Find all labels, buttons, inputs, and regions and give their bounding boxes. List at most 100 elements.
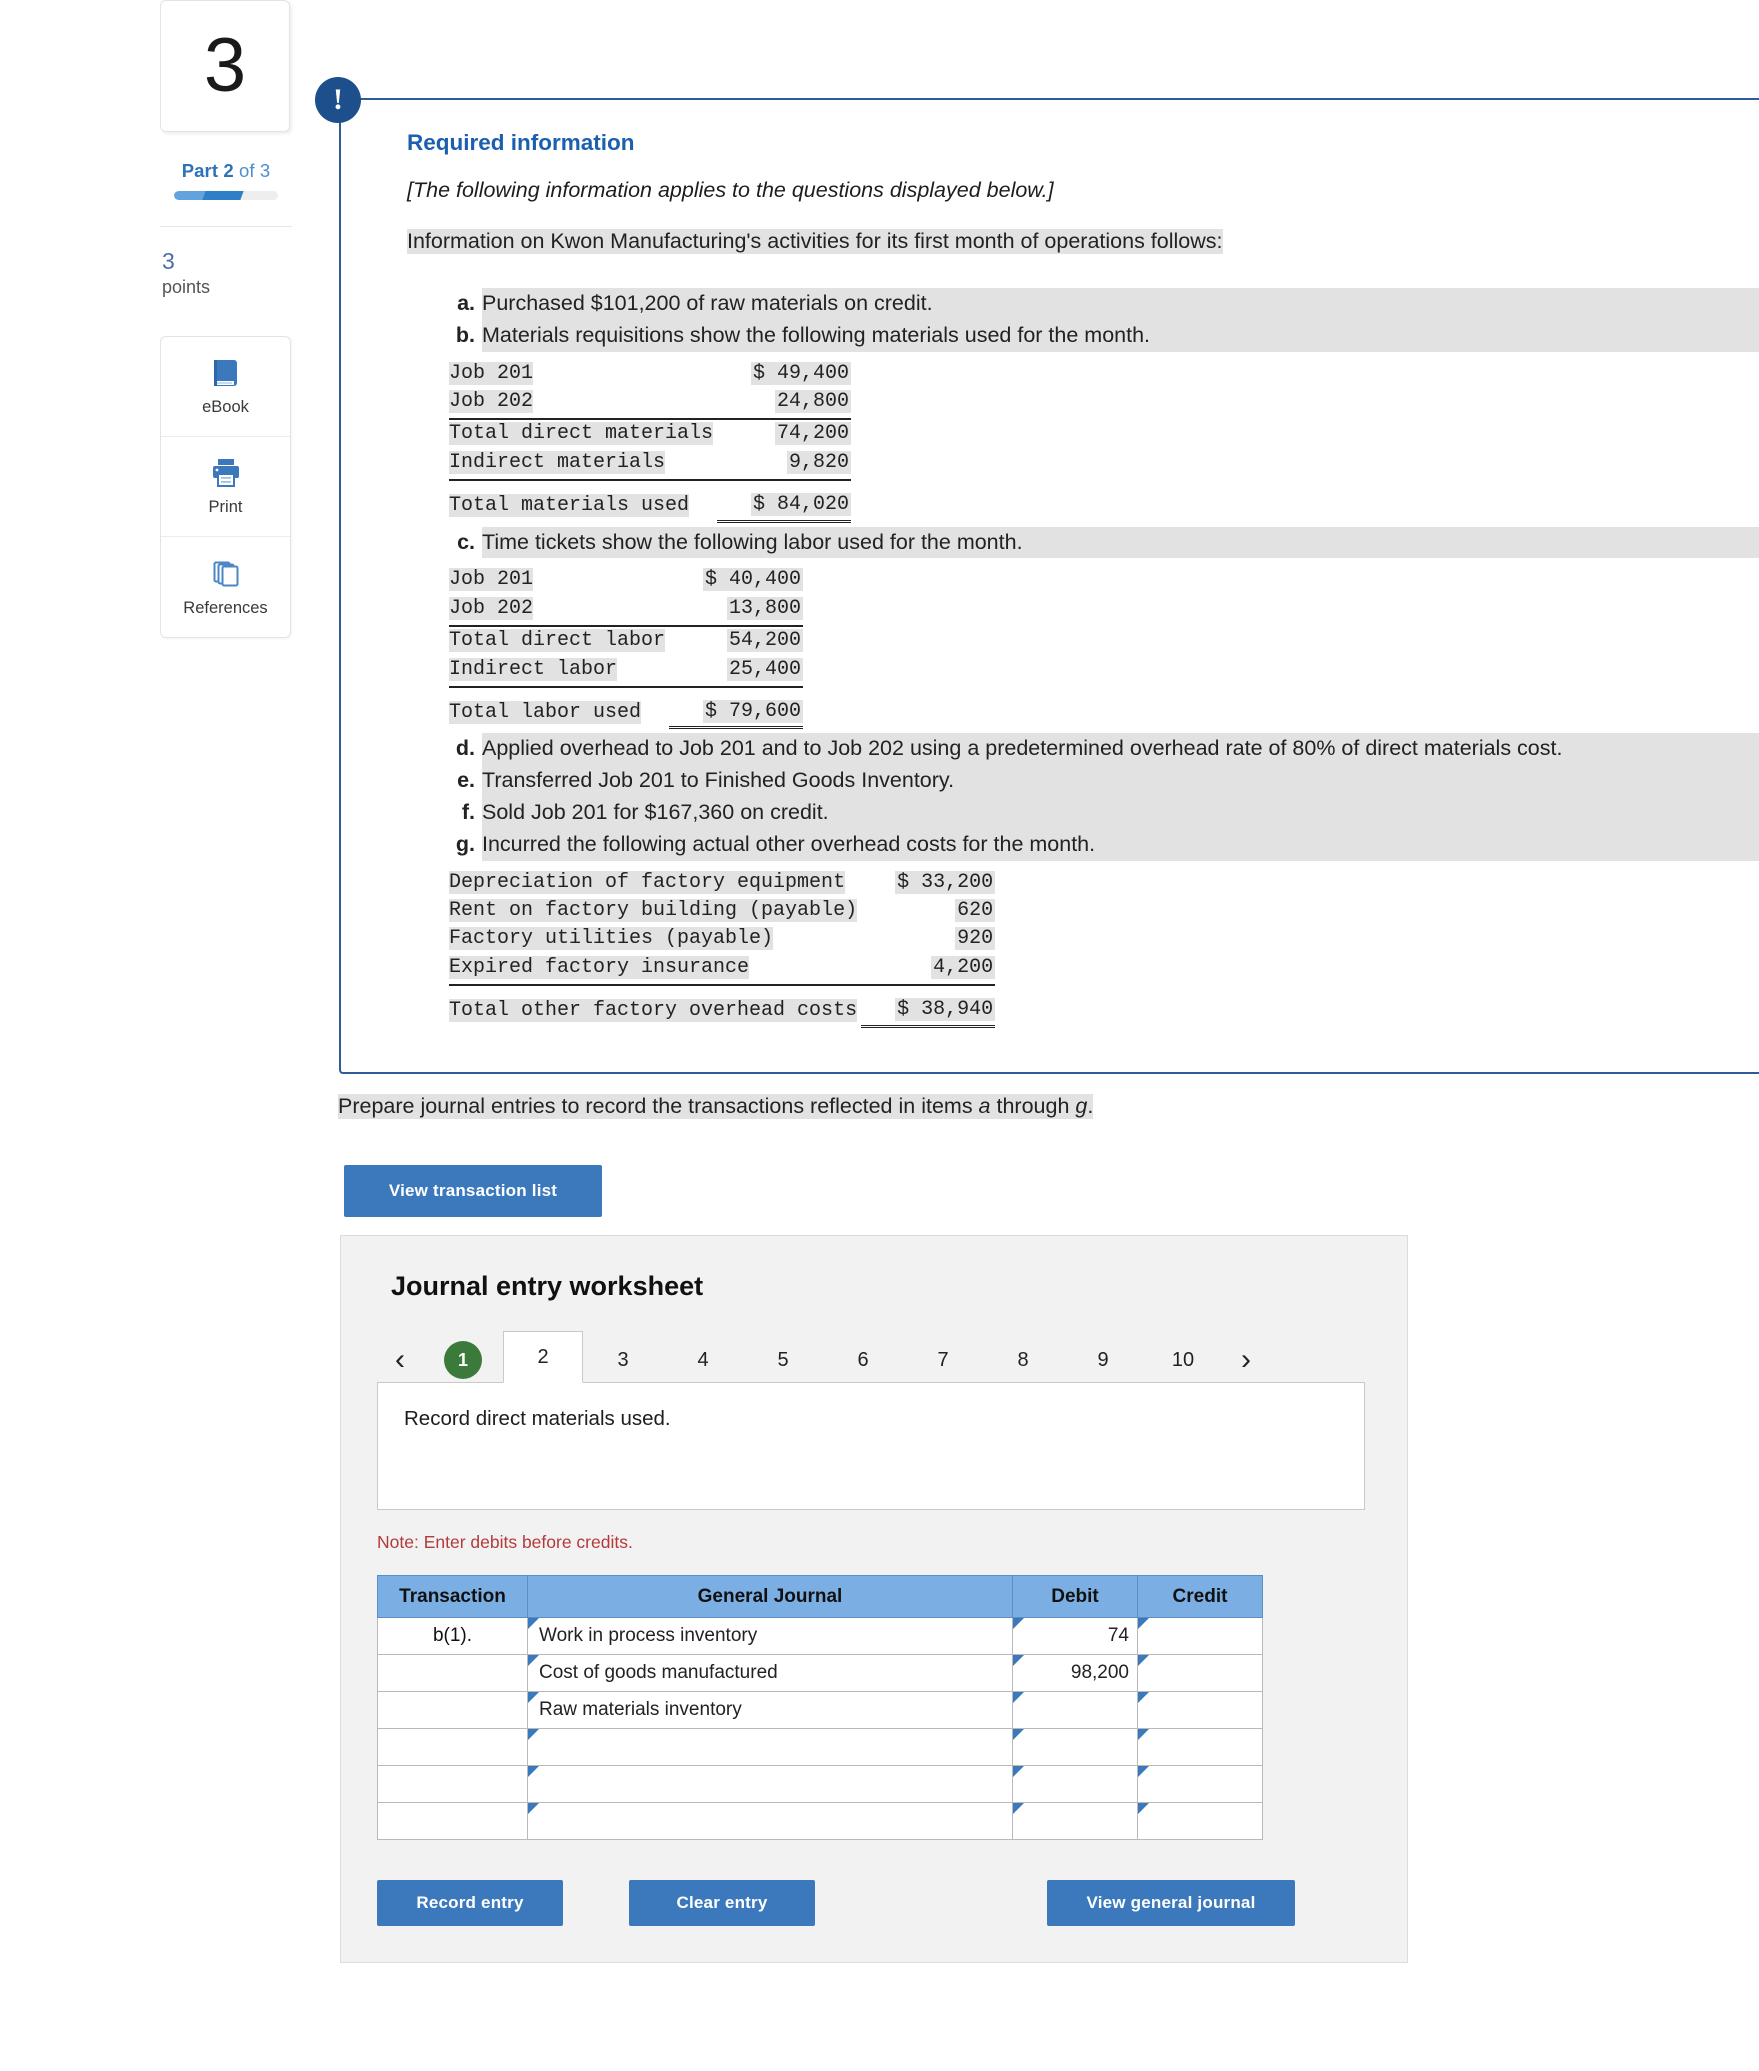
table-row: Total direct labor 54,200 (449, 626, 804, 655)
item-d-text: Applied overhead to Job 201 and to Job 2… (482, 733, 1759, 766)
prev-tab-arrow-icon[interactable]: ‹ (377, 1338, 423, 1382)
part-current: 2 (223, 160, 234, 181)
overhead-value-0: $ 33,200 (895, 870, 996, 894)
cell-transaction-4[interactable] (377, 1765, 528, 1803)
cell-debit-2[interactable] (1012, 1691, 1138, 1729)
prompt-item-g: g (1075, 1094, 1088, 1118)
cell-account-4[interactable] (527, 1765, 1013, 1803)
references-button[interactable]: References (161, 537, 290, 637)
cell-credit-4[interactable] (1137, 1765, 1263, 1803)
cell-account-3[interactable] (527, 1728, 1013, 1766)
overhead-label-0: Depreciation of factory equipment (449, 870, 846, 894)
general-journal-table: Transaction General Journal Debit Credit… (377, 1575, 1263, 1840)
overhead-label-1: Rent on factory building (payable) (449, 898, 858, 922)
item-c-text: Time tickets show the following labor us… (482, 526, 1759, 559)
table-row: Job 202 24,800 (449, 388, 852, 421)
tab-instruction-panel: Record direct materials used. (377, 1382, 1365, 1510)
tab-8[interactable]: 8 (983, 1338, 1063, 1382)
cell-credit-2[interactable] (1137, 1691, 1263, 1729)
table-row: Job 201 $ 49,400 (449, 360, 852, 388)
table-row: Raw materials inventory (377, 1691, 1263, 1729)
cell-credit-1[interactable] (1137, 1654, 1263, 1692)
dropdown-corner-icon (1013, 1618, 1024, 1629)
cell-debit-4[interactable] (1012, 1765, 1138, 1803)
cell-account-5[interactable] (527, 1802, 1013, 1840)
list-item-b: b. Materials requisitions show the follo… (445, 319, 1759, 352)
list-item-e: e. Transferred Job 201 to Finished Goods… (445, 765, 1759, 797)
tab-1[interactable]: 1 (423, 1338, 503, 1382)
dropdown-corner-icon (1013, 1655, 1024, 1666)
cell-debit-3[interactable] (1012, 1728, 1138, 1766)
dropdown-corner-icon (1138, 1618, 1149, 1629)
cell-debit-0[interactable]: 74 (1012, 1617, 1138, 1655)
required-information-subtitle: [The following information applies to th… (407, 178, 1054, 202)
tab-1-label: 1 (444, 1341, 482, 1379)
print-button[interactable]: Print (161, 437, 290, 538)
overhead-value-3: 4,200 (931, 955, 996, 979)
tab-4[interactable]: 4 (663, 1338, 743, 1382)
view-transaction-list-button[interactable]: View transaction list (344, 1165, 602, 1217)
marker-e: e. (457, 768, 475, 793)
cell-account-0[interactable]: Work in process inventory (527, 1617, 1013, 1655)
cell-transaction-2[interactable] (377, 1691, 528, 1729)
cell-transaction-0[interactable]: b(1). (377, 1617, 528, 1655)
materials-value-1: 24,800 (775, 390, 852, 414)
cell-account-2[interactable]: Raw materials inventory (527, 1691, 1013, 1729)
table-row: Expired factory insurance 4,200 (449, 953, 996, 987)
table-row: Cost of goods manufactured 98,200 (377, 1654, 1263, 1692)
cell-credit-5[interactable] (1137, 1802, 1263, 1840)
dropdown-corner-icon (528, 1692, 539, 1703)
tab-10[interactable]: 10 (1143, 1338, 1223, 1382)
ebook-icon (209, 356, 243, 390)
list-item-g: g. Incurred the following actual other o… (445, 828, 1759, 861)
tab-2[interactable]: 2 (503, 1331, 583, 1383)
tab-10-label: 10 (1171, 1348, 1195, 1371)
cell-debit-5[interactable] (1012, 1802, 1138, 1840)
labor-label-4: Total labor used (449, 700, 642, 724)
cell-credit-0[interactable] (1137, 1617, 1263, 1655)
tab-7[interactable]: 7 (903, 1338, 983, 1382)
next-tab-arrow-icon[interactable]: › (1223, 1338, 1269, 1382)
materials-value-0: $ 49,400 (751, 361, 852, 385)
cell-credit-3[interactable] (1137, 1728, 1263, 1766)
tab-3[interactable]: 3 (583, 1338, 663, 1382)
cell-transaction-1[interactable] (377, 1654, 528, 1692)
labor-label-3: Indirect labor (449, 657, 618, 681)
view-general-journal-button[interactable]: View general journal (1047, 1880, 1295, 1926)
labor-label-2: Total direct labor (449, 629, 666, 653)
cell-transaction-3[interactable] (377, 1728, 528, 1766)
cell-debit-1[interactable]: 98,200 (1012, 1654, 1138, 1692)
cell-account-1-text: Cost of goods manufactured (539, 1662, 778, 1683)
cell-account-1[interactable]: Cost of goods manufactured (527, 1654, 1013, 1692)
table-row (377, 1728, 1263, 1766)
table-spacer (449, 687, 803, 696)
record-entry-button[interactable]: Record entry (377, 1880, 563, 1926)
table-row: Job 202 13,800 (449, 594, 804, 628)
sidebar-divider (160, 226, 292, 227)
tab-8-label: 8 (1017, 1348, 1029, 1371)
list-item-d: d. Applied overhead to Job 201 and to Jo… (445, 733, 1759, 766)
tab-9[interactable]: 9 (1063, 1338, 1143, 1382)
table-row: Indirect materials 9,820 (449, 448, 852, 482)
question-prompt: Prepare journal entries to record the tr… (338, 1094, 1094, 1119)
references-icon (209, 557, 243, 591)
worksheet-title: Journal entry worksheet (391, 1271, 704, 1301)
materials-value-2: 74,200 (775, 422, 852, 446)
tab-9-label: 9 (1097, 1348, 1109, 1371)
tab-5[interactable]: 5 (743, 1338, 823, 1382)
table-row (377, 1802, 1263, 1840)
ebook-button[interactable]: eBook (161, 337, 290, 438)
dropdown-corner-icon (1138, 1729, 1149, 1740)
clear-entry-button[interactable]: Clear entry (629, 1880, 815, 1926)
item-g-text: Incurred the following actual other over… (482, 828, 1759, 861)
materials-label-3: Indirect materials (449, 450, 666, 474)
points-value: 3 (162, 248, 175, 274)
labor-value-1: 13,800 (727, 596, 804, 620)
item-e-text: Transferred Job 201 to Finished Goods In… (482, 765, 1759, 797)
cell-transaction-5[interactable] (377, 1802, 528, 1840)
tab-5-label: 5 (777, 1348, 789, 1371)
header-general-journal: General Journal (527, 1575, 1013, 1618)
marker-c: c. (457, 529, 475, 554)
tab-6[interactable]: 6 (823, 1338, 903, 1382)
overhead-value-4: $ 38,940 (895, 998, 996, 1022)
